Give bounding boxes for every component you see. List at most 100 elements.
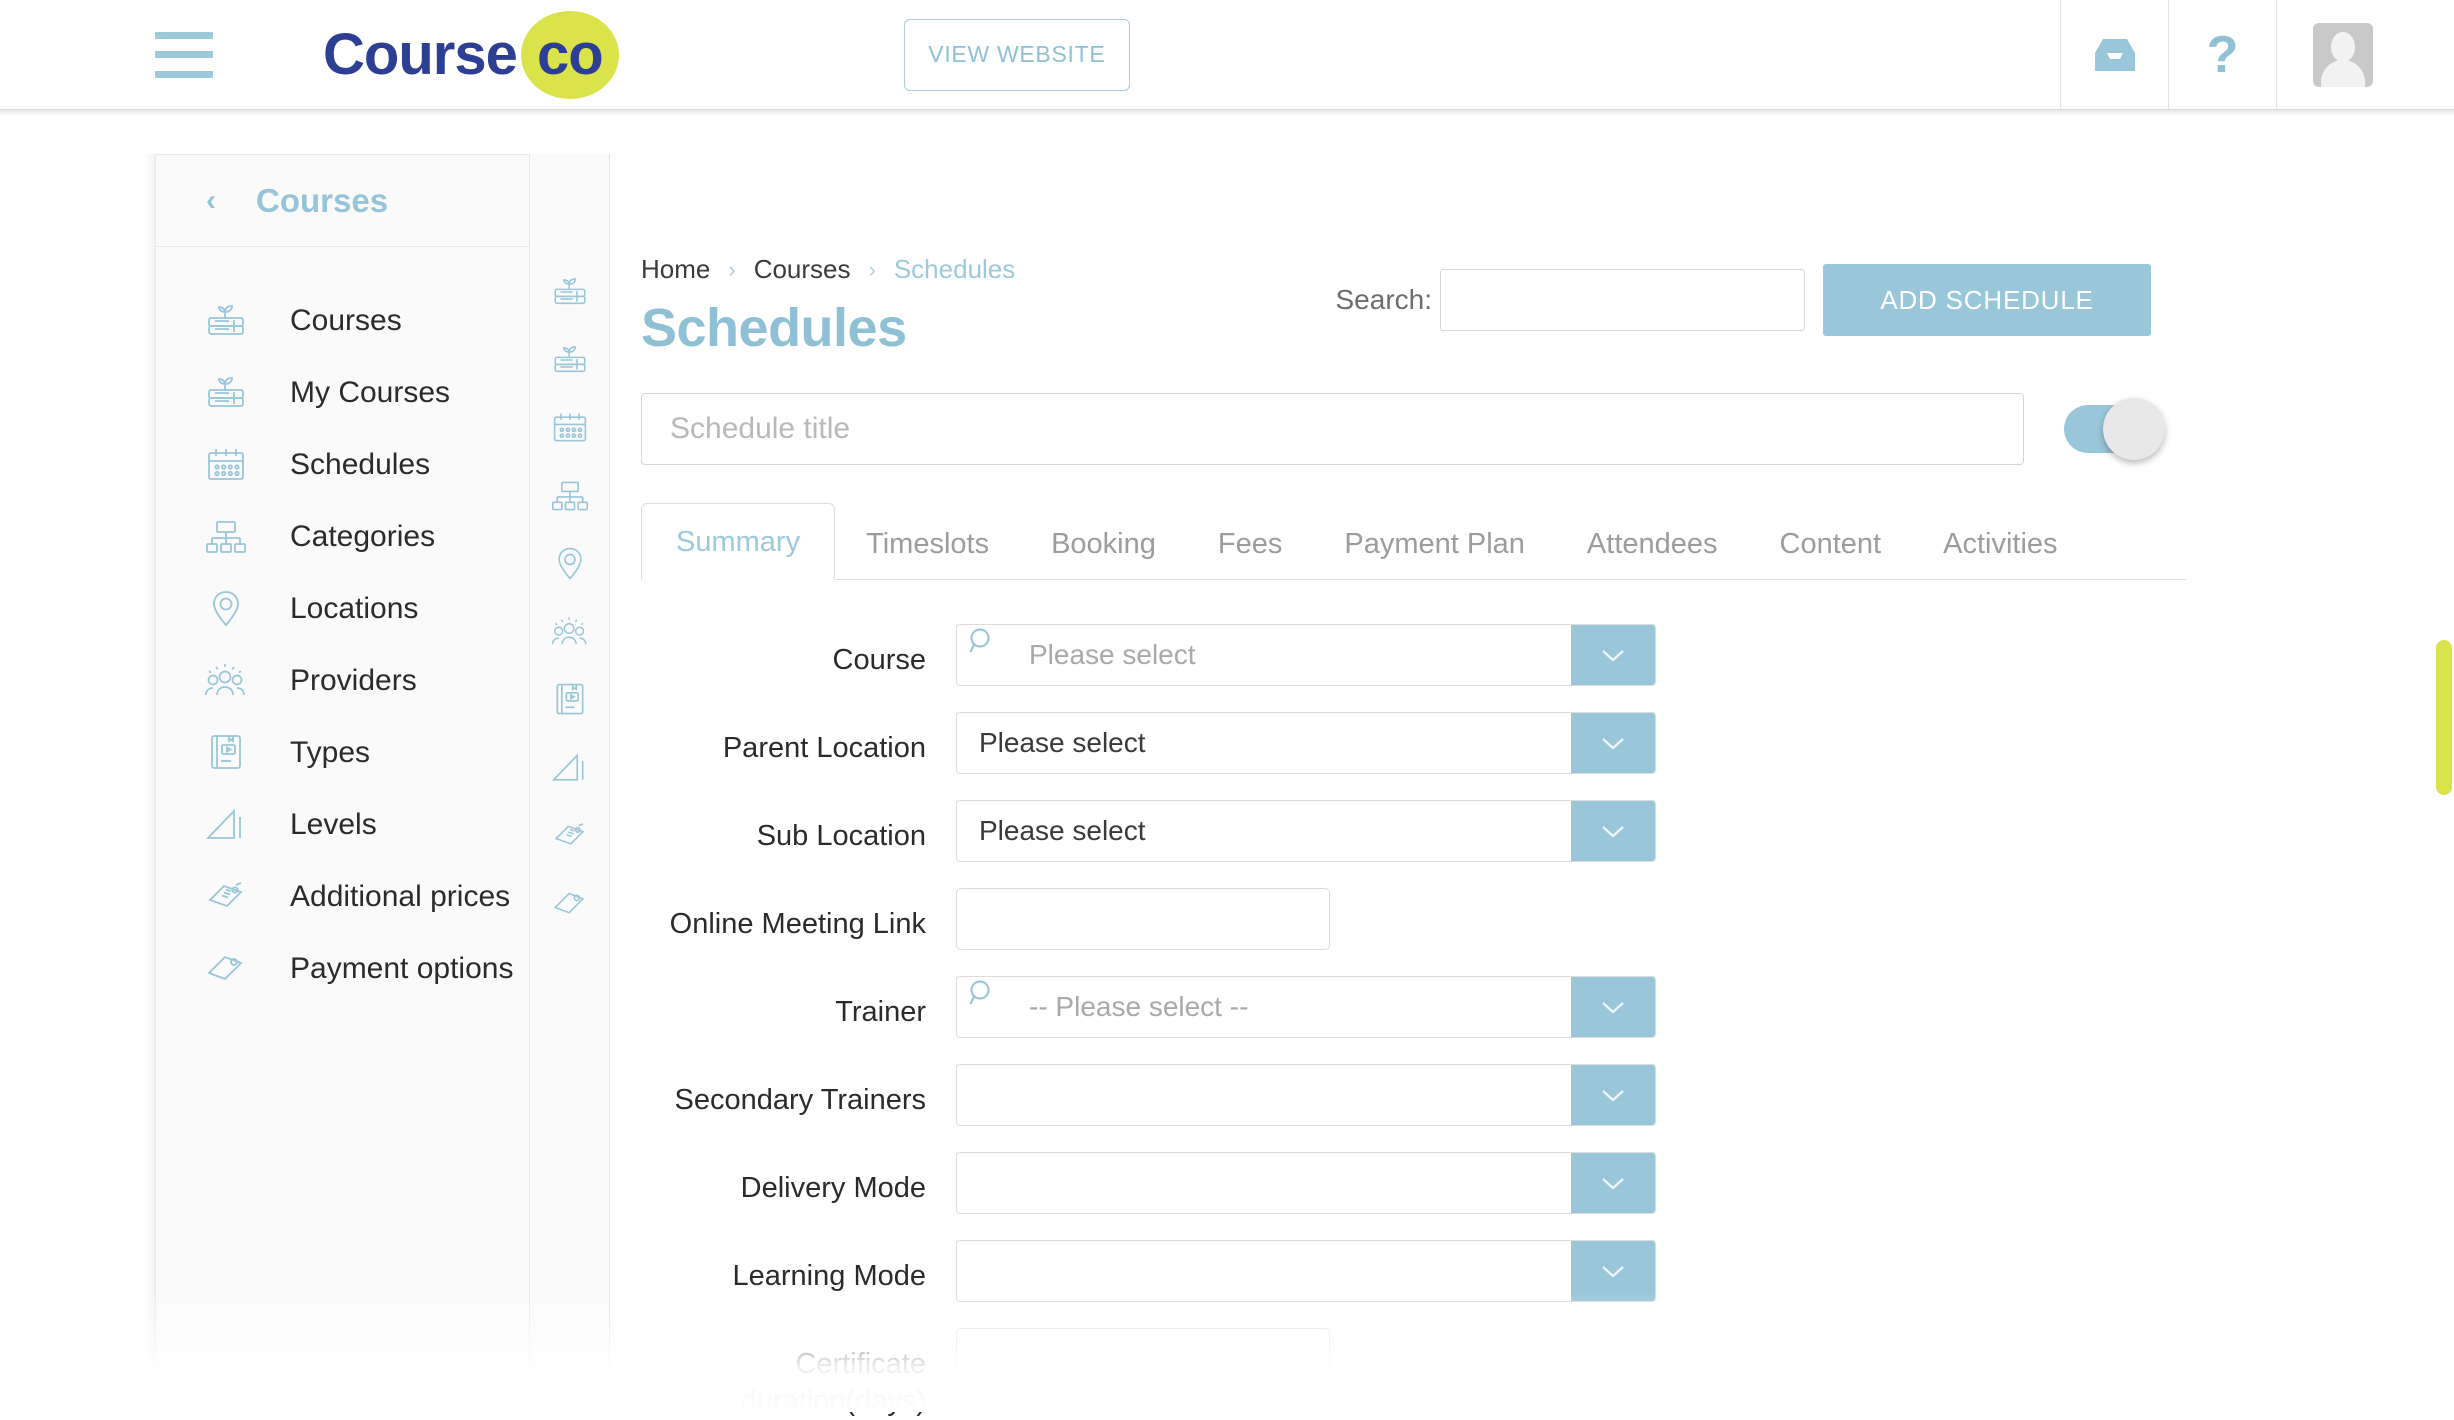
delivery-mode-select[interactable] — [956, 1152, 1656, 1214]
tab-fees[interactable]: Fees — [1187, 507, 1313, 580]
sidebar-item-additional-prices[interactable]: Additional prices — [156, 861, 529, 933]
field-row-parent-location: Parent Location Please select — [641, 712, 2171, 774]
chevron-down-icon[interactable] — [1571, 625, 1655, 685]
breadcrumb-schedules[interactable]: Schedules — [894, 254, 1015, 285]
question-mark-icon: ? — [2206, 26, 2239, 84]
search-icon — [965, 977, 999, 1037]
trainer-label: Trainer — [835, 996, 926, 1028]
breadcrumb-courses[interactable]: Courses — [754, 254, 851, 285]
tag-icon — [550, 885, 590, 928]
sidebar-item-providers[interactable]: Providers — [156, 645, 529, 717]
rail-item-my-courses[interactable] — [530, 328, 609, 396]
chevron-down-icon[interactable] — [1571, 801, 1655, 861]
online-meeting-link-control — [956, 888, 1330, 950]
sidebar-item-schedules[interactable]: Schedules — [156, 429, 529, 501]
user-account-button[interactable] — [2276, 0, 2454, 110]
tab-content[interactable]: Content — [1749, 507, 1913, 580]
sidebar-item-locations[interactable]: Locations — [156, 573, 529, 645]
secondary-trainers-select[interactable] — [956, 1064, 1656, 1126]
add-schedule-button[interactable]: ADD SCHEDULE — [1823, 264, 2151, 336]
parent-location-control: Please select — [956, 712, 1656, 774]
app-logo[interactable]: Course co — [323, 10, 619, 99]
online-meeting-link-input[interactable] — [956, 888, 1330, 950]
sidebar-item-courses[interactable]: Courses — [156, 285, 529, 357]
rail-item-types[interactable] — [530, 668, 609, 736]
rail-item-payment-options[interactable] — [530, 872, 609, 940]
breadcrumb-separator: › — [728, 256, 736, 282]
chevron-down-icon[interactable] — [1571, 1153, 1655, 1213]
schedule-title-input[interactable] — [641, 393, 2025, 465]
field-row-course: Course Please select — [641, 624, 2171, 686]
hierarchy-icon — [550, 477, 590, 520]
page-scrollbar-track[interactable] — [2436, 0, 2454, 1412]
page-scrollbar-thumb[interactable] — [2436, 640, 2452, 795]
certificate-duration-input[interactable] — [956, 1328, 1330, 1390]
search-input[interactable] — [1440, 269, 1805, 331]
books-plant-icon — [200, 299, 252, 343]
rail-item-additional-prices[interactable] — [530, 804, 609, 872]
price-tag-dollar-icon — [550, 817, 590, 860]
inbox-button[interactable] — [2060, 0, 2168, 110]
trainer-select[interactable]: -- Please select -- — [956, 976, 1656, 1038]
main-content: Home › Courses › Schedules Schedules Sea… — [611, 116, 2186, 1417]
tab-attendees[interactable]: Attendees — [1556, 507, 1749, 580]
sidebar-item-types[interactable]: Types — [156, 717, 529, 789]
hamburger-menu-icon[interactable] — [155, 31, 213, 78]
help-button[interactable]: ? — [2168, 0, 2276, 110]
chevron-down-icon[interactable] — [1571, 713, 1655, 773]
breadcrumb-home[interactable]: Home — [641, 254, 710, 285]
learning-mode-control — [956, 1240, 1656, 1302]
sub-location-select[interactable]: Please select — [956, 800, 1656, 862]
delivery-mode-value — [957, 1153, 1571, 1213]
sub-location-value: Please select — [979, 815, 1146, 846]
sub-location-control: Please select — [956, 800, 1656, 862]
avatar — [2313, 23, 2373, 87]
rail-item-providers[interactable] — [530, 600, 609, 668]
tab-booking[interactable]: Booking — [1020, 507, 1187, 580]
page-body: ‹ Courses Courses My Courses Schedules C… — [0, 116, 2454, 1417]
delivery-mode-label: Delivery Mode — [740, 1172, 926, 1204]
map-pin-icon — [551, 544, 589, 589]
schedule-status-toggle[interactable] — [2064, 398, 2165, 460]
tab-summary[interactable]: Summary — [641, 503, 836, 580]
sidebar-item-payment-options[interactable]: Payment options — [156, 933, 529, 1005]
books-plant-icon — [550, 273, 590, 316]
learning-mode-select[interactable] — [956, 1240, 1656, 1302]
chevron-down-icon[interactable] — [1571, 1065, 1655, 1125]
book-video-icon — [200, 731, 252, 775]
course-select[interactable]: Please select — [956, 624, 1656, 686]
logo-badge-text: co — [536, 22, 604, 87]
chevron-left-icon: ‹ — [206, 183, 216, 217]
view-website-label: VIEW WEBSITE — [928, 41, 1106, 67]
books-plant-icon — [550, 341, 590, 384]
sidebar-item-categories[interactable]: Categories — [156, 501, 529, 573]
parent-location-select[interactable]: Please select — [956, 712, 1656, 774]
rail-item-locations[interactable] — [530, 532, 609, 600]
certificate-duration-label: Certificate duration(days) — [740, 1348, 926, 1418]
chevron-down-icon[interactable] — [1571, 977, 1655, 1037]
breadcrumb-separator: › — [868, 256, 876, 282]
rail-item-categories[interactable] — [530, 464, 609, 532]
field-row-learning-mode: Learning Mode — [641, 1240, 2171, 1302]
tab-activities[interactable]: Activities — [1912, 507, 2088, 580]
learning-mode-label: Learning Mode — [732, 1260, 926, 1292]
sidebar-item-label: Levels — [290, 808, 377, 841]
sidebar-item-my-courses[interactable]: My Courses — [156, 357, 529, 429]
rail-item-schedules[interactable] — [530, 396, 609, 464]
tab-payment-plan[interactable]: Payment Plan — [1313, 507, 1556, 580]
sidebar-header-courses[interactable]: ‹ Courses — [156, 155, 529, 247]
tab-timeslots[interactable]: Timeslots — [835, 507, 1020, 580]
rail-item-courses[interactable] — [530, 260, 609, 328]
sidebar-item-label: Providers — [290, 664, 417, 697]
sidebar-header-label: Courses — [256, 181, 389, 219]
levels-triangle-icon — [200, 803, 252, 847]
sidebar-item-levels[interactable]: Levels — [156, 789, 529, 861]
trainer-control: -- Please select -- — [956, 976, 1656, 1038]
view-website-button[interactable]: VIEW WEBSITE — [903, 18, 1130, 91]
chevron-down-icon[interactable] — [1571, 1241, 1655, 1301]
rail-item-levels[interactable] — [530, 736, 609, 804]
trainer-value: -- Please select -- — [1029, 991, 1249, 1022]
map-pin-icon — [200, 587, 252, 631]
hierarchy-icon — [200, 515, 252, 559]
field-row-delivery-mode: Delivery Mode — [641, 1152, 2171, 1214]
